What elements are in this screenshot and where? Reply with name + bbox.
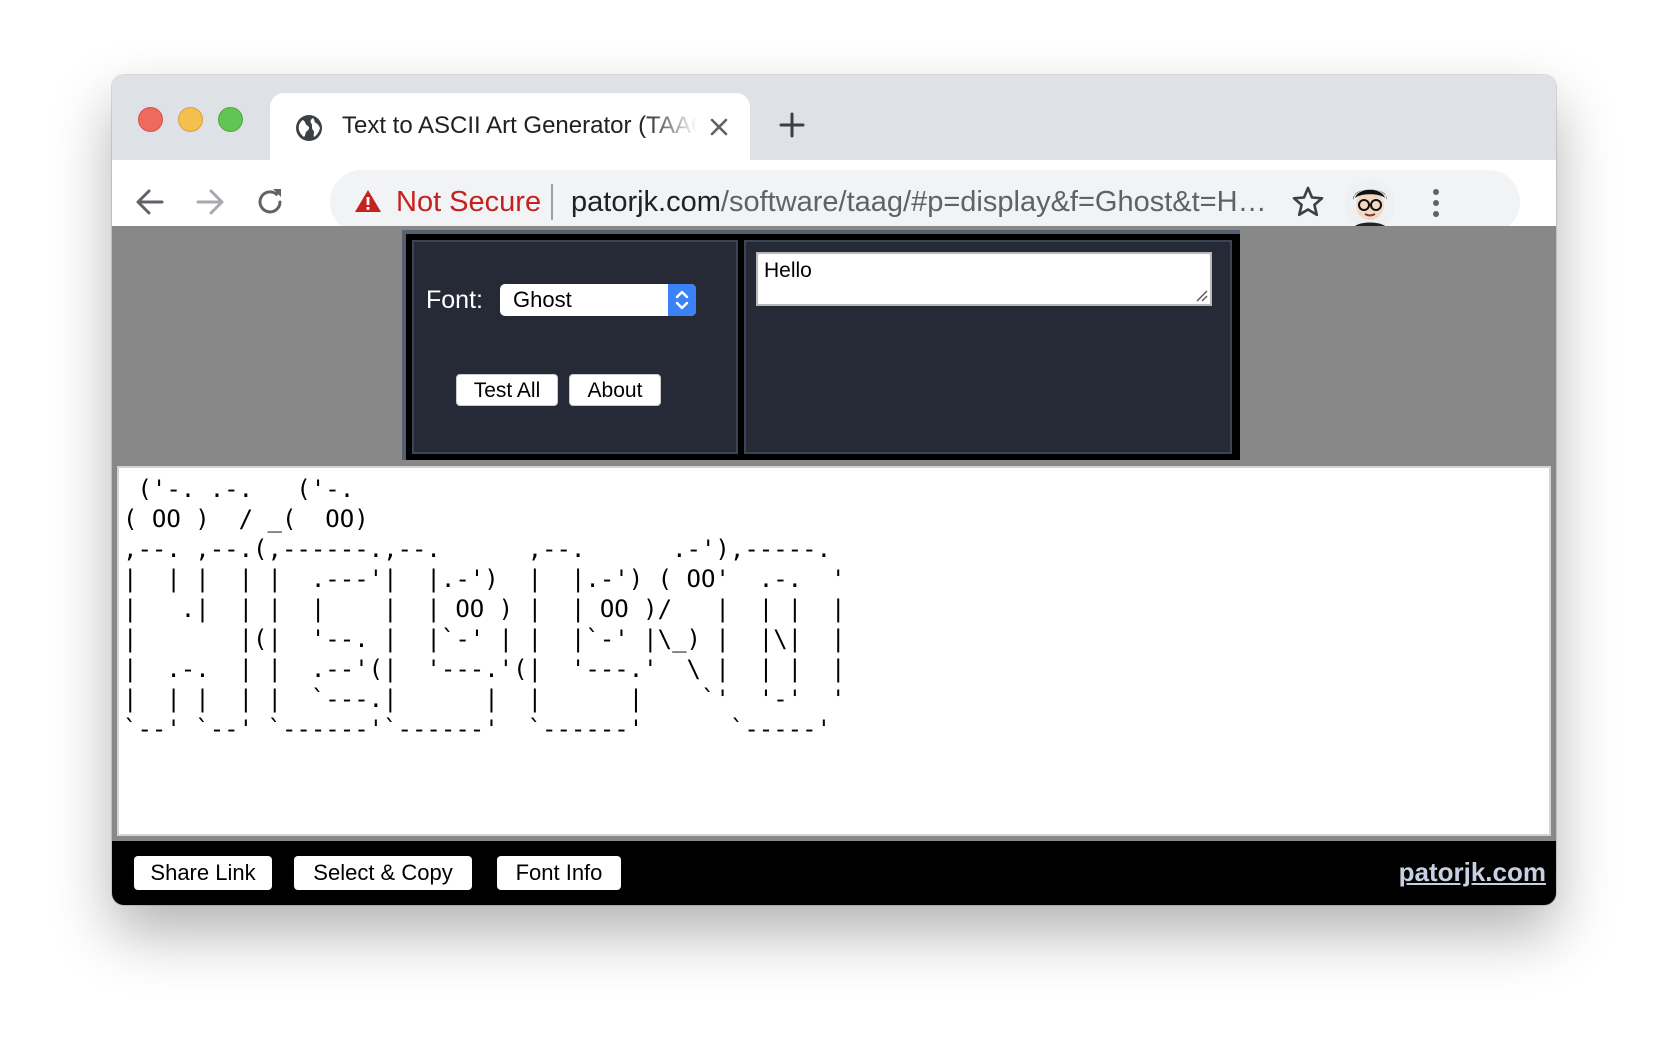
text-input-box: Hello: [744, 240, 1232, 454]
reload-icon[interactable]: [252, 184, 288, 220]
url-path: /software/taag/#p=display&f=Ghost&t=Hell…: [720, 186, 1281, 218]
select-arrows-icon: [668, 284, 696, 316]
font-select[interactable]: Ghost: [500, 284, 696, 316]
globe-icon: [296, 115, 322, 141]
share-link-button[interactable]: Share Link: [134, 856, 272, 890]
screenshot-stage: Text to ASCII Art Generator (TAAG) Not S…: [0, 0, 1664, 1052]
test-all-button[interactable]: Test All: [456, 374, 558, 406]
page-content: Font: Ghost Test All About Hello ('-. .-…: [112, 226, 1556, 905]
tab-strip: Text to ASCII Art Generator (TAAG): [112, 75, 1556, 160]
text-input-value: Hello: [764, 259, 812, 282]
address-bar[interactable]: Not Secure patorjk.com/software/taag/#p=…: [330, 170, 1520, 234]
about-button[interactable]: About: [569, 374, 661, 406]
font-controls-box: Font: Ghost Test All About: [412, 240, 738, 454]
avatar[interactable]: [1344, 178, 1396, 230]
url-text[interactable]: patorjk.com/software/taag/#p=display&f=G…: [571, 184, 1281, 220]
close-window-button[interactable]: [138, 107, 163, 132]
select-copy-button[interactable]: Select & Copy: [294, 856, 472, 890]
ascii-art-text: ('-. .-. ('-. ( OO ) / _( OO) ,--. ,--.(…: [123, 475, 846, 743]
star-icon[interactable]: [1290, 184, 1326, 220]
kebab-menu-icon[interactable]: [1426, 186, 1446, 220]
site-link[interactable]: patorjk.com: [1399, 855, 1546, 889]
font-label: Font:: [426, 286, 483, 314]
not-secure-label[interactable]: Not Secure: [396, 184, 541, 220]
footer-bar: Share Link Select & Copy Font Info pator…: [112, 841, 1556, 905]
minimize-window-button[interactable]: [178, 107, 203, 132]
control-panel: Font: Ghost Test All About Hello: [402, 230, 1240, 460]
close-icon[interactable]: [707, 115, 731, 139]
arrow-left-icon[interactable]: [132, 184, 168, 220]
resize-grip-icon[interactable]: [1194, 288, 1208, 302]
active-tab[interactable]: Text to ASCII Art Generator (TAAG): [270, 93, 750, 160]
zoom-window-button[interactable]: [218, 107, 243, 132]
browser-window: Text to ASCII Art Generator (TAAG) Not S…: [112, 75, 1556, 905]
arrow-right-icon[interactable]: [192, 184, 228, 220]
tab-title: Text to ASCII Art Generator (TAAG): [342, 112, 697, 139]
omnibox-divider: [551, 184, 553, 220]
url-host: patorjk.com: [571, 186, 721, 218]
font-select-value: Ghost: [513, 287, 572, 312]
text-input[interactable]: Hello: [756, 252, 1212, 306]
warning-triangle-icon: [355, 190, 381, 212]
plus-icon[interactable]: [778, 111, 806, 139]
ascii-output[interactable]: ('-. .-. ('-. ( OO ) / _( OO) ,--. ,--.(…: [117, 466, 1551, 836]
font-info-button[interactable]: Font Info: [497, 856, 621, 890]
